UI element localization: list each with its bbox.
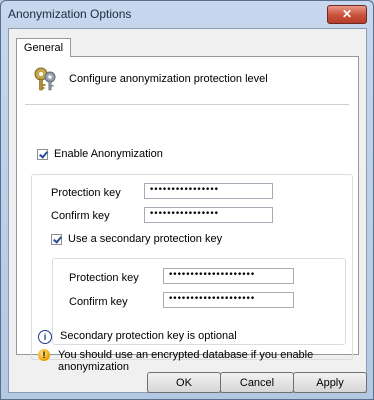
ok-button[interactable]: OK xyxy=(147,372,221,393)
warning-note-text: You should use an encrypted database if … xyxy=(58,349,314,373)
close-button[interactable]: ✕ xyxy=(327,5,367,24)
dialog-window: Anonymization Options ✕ General Configur… xyxy=(0,0,374,400)
window-title: Anonymization Options xyxy=(8,7,132,21)
enable-anonymization-row[interactable]: Enable Anonymization xyxy=(37,148,163,160)
dialog-client: General Configure anonymization protecti… xyxy=(8,28,367,393)
cancel-button[interactable]: Cancel xyxy=(220,372,294,393)
warning-icon: ! xyxy=(38,349,50,361)
warning-note: ! You should use an encrypted database i… xyxy=(38,349,328,373)
title-bar[interactable]: Anonymization Options ✕ xyxy=(1,1,373,27)
use-secondary-key-checkbox[interactable] xyxy=(51,233,62,245)
protection-key-input[interactable]: •••••••••••••••• xyxy=(144,183,273,199)
enable-anonymization-checkbox[interactable] xyxy=(37,148,48,160)
use-secondary-key-label: Use a secondary protection key xyxy=(68,233,223,245)
keys-icon xyxy=(34,67,56,91)
header-text: Configure anonymization protection level xyxy=(69,73,268,85)
apply-button[interactable]: Apply xyxy=(293,372,367,393)
divider xyxy=(25,104,349,105)
close-icon: ✕ xyxy=(341,7,353,21)
confirm-key-label: Confirm key xyxy=(51,210,110,222)
info-note: i Secondary protection key is optional xyxy=(38,330,237,344)
tab-general[interactable]: General xyxy=(16,38,71,57)
info-icon: i xyxy=(38,330,52,344)
secondary-confirm-key-label: Confirm key xyxy=(69,296,128,308)
protection-key-label: Protection key xyxy=(51,187,121,199)
secondary-protection-key-input[interactable]: •••••••••••••••••••• xyxy=(163,268,294,284)
confirm-key-input[interactable]: •••••••••••••••• xyxy=(144,207,273,223)
secondary-confirm-key-input[interactable]: •••••••••••••••••••• xyxy=(163,292,294,308)
use-secondary-key-row[interactable]: Use a secondary protection key xyxy=(51,233,222,245)
info-note-text: Secondary protection key is optional xyxy=(60,330,237,342)
enable-anonymization-label: Enable Anonymization xyxy=(54,148,163,160)
general-tab-panel: Configure anonymization protection level… xyxy=(16,56,359,373)
secondary-protection-key-label: Protection key xyxy=(69,272,139,284)
